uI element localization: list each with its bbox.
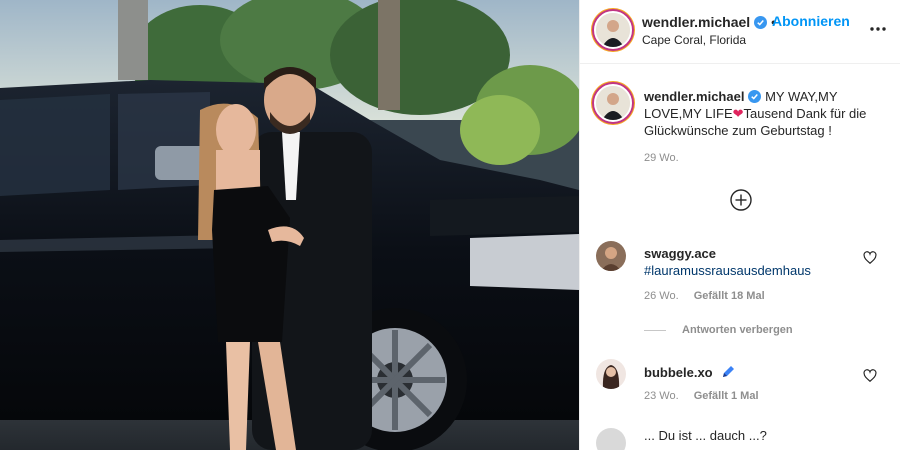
- comment-timestamp[interactable]: 23 Wo.: [644, 390, 679, 402]
- author-username[interactable]: wendler.michael •: [642, 14, 780, 30]
- caption-username[interactable]: wendler.michael: [644, 89, 744, 104]
- profile-photo-icon: [596, 86, 630, 120]
- couple-with-truck-image: [0, 0, 579, 450]
- caption-text: wendler.michael MY WAY,MY LOVE,MY LIFE❤T…: [644, 88, 888, 139]
- like-heart-icon[interactable]: [863, 251, 877, 265]
- commenter-username-text[interactable]: bubbele.xo: [644, 365, 713, 380]
- profile-photo-icon: [596, 13, 630, 47]
- commenter-username[interactable]: swaggy.ace: [644, 246, 716, 261]
- pen-emoji-icon: [723, 366, 735, 377]
- post-location[interactable]: Cape Coral, Florida: [642, 33, 746, 47]
- caption-author-avatar[interactable]: [594, 84, 632, 122]
- profile-photo-icon: [596, 359, 626, 389]
- commenter-avatar[interactable]: [596, 359, 626, 389]
- follow-button[interactable]: Abonnieren: [772, 13, 850, 29]
- like-heart-icon[interactable]: [863, 369, 877, 383]
- plus-circle-icon[interactable]: [730, 189, 752, 211]
- comment-meta: 23 Wo. Gefällt 1 Mal: [644, 390, 771, 402]
- hide-replies-label[interactable]: Antworten verbergen: [682, 324, 793, 336]
- comment-meta: 26 Wo. Gefällt 18 Mal: [644, 290, 777, 302]
- comment-likes[interactable]: Gefällt 1 Mal: [694, 390, 759, 402]
- more-options-icon[interactable]: [867, 18, 889, 40]
- verified-badge-icon: [754, 16, 768, 29]
- author-avatar[interactable]: [594, 11, 632, 49]
- partial-comment-text: ... Du ist ... dauch ...?: [644, 428, 767, 443]
- instagram-post: wendler.michael • Abonnieren Cape Coral, …: [0, 0, 900, 450]
- hide-replies-toggle[interactable]: Antworten verbergen: [644, 324, 793, 336]
- comment-item: swaggy.ace #lauramussrausausdemhaus 26 W…: [580, 241, 900, 311]
- commenter-username[interactable]: bubbele.xo: [644, 364, 736, 380]
- profile-photo-icon: [596, 241, 626, 271]
- partial-comment-item: ... Du ist ... dauch ...?: [596, 428, 886, 450]
- comment-item: bubbele.xo 23 Wo. Gefällt 1 Mal: [580, 359, 900, 429]
- comment-hashtag[interactable]: #lauramussrausausdemhaus: [644, 263, 811, 278]
- reply-divider-line: [644, 329, 666, 331]
- heart-emoji: ❤: [732, 106, 744, 121]
- author-username-text[interactable]: wendler.michael: [642, 14, 750, 30]
- commenter-avatar[interactable]: [596, 428, 626, 450]
- post-photo[interactable]: [0, 0, 579, 450]
- post-sidebar: wendler.michael • Abonnieren Cape Coral, …: [579, 0, 900, 450]
- commenter-avatar[interactable]: [596, 241, 626, 271]
- caption-timestamp[interactable]: 29 Wo.: [644, 152, 679, 164]
- comment-likes[interactable]: Gefällt 18 Mal: [694, 290, 765, 302]
- post-header: wendler.michael • Abonnieren Cape Coral, …: [580, 0, 900, 64]
- comment-timestamp[interactable]: 26 Wo.: [644, 290, 679, 302]
- verified-badge-icon: [748, 90, 762, 103]
